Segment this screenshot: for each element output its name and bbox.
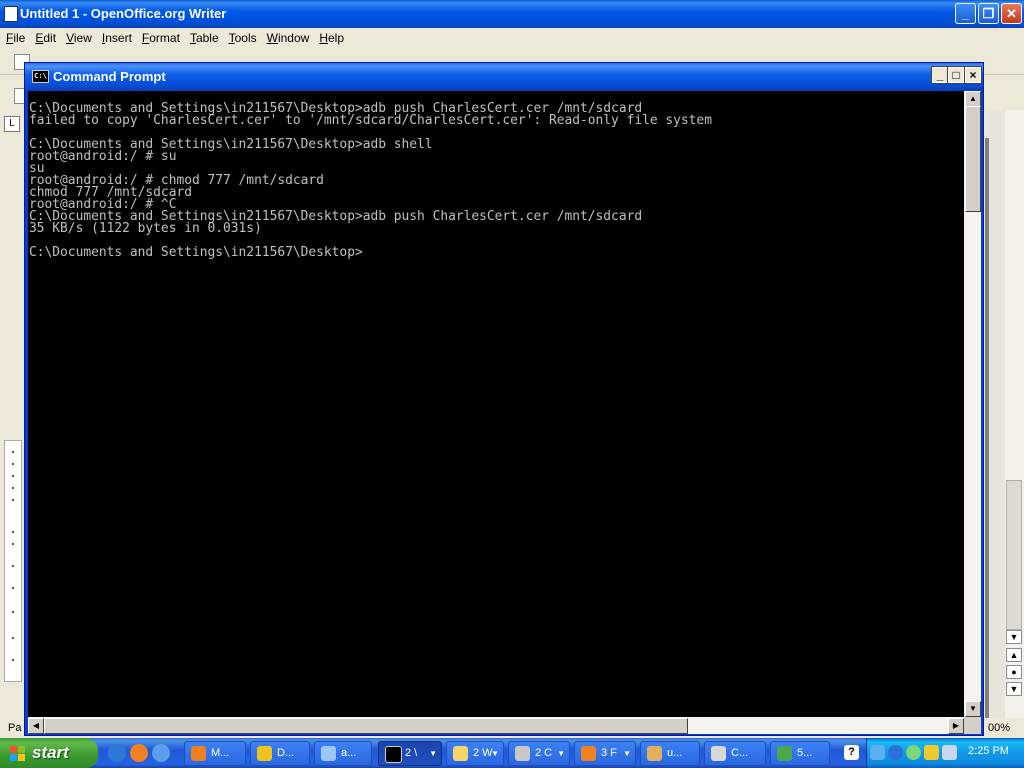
status-zoom[interactable]: 00%	[988, 722, 1010, 734]
monitor-icon[interactable]	[942, 745, 957, 760]
firefox-icon[interactable]	[130, 744, 148, 762]
vertical-ruler	[4, 440, 22, 682]
chevron-down-icon: ▼	[491, 749, 499, 758]
taskbar-button[interactable]: D...	[250, 741, 310, 766]
menu-view[interactable]: View	[66, 28, 92, 48]
task-label: D...	[277, 747, 295, 759]
cmd-window: C:\ Command Prompt _ □ × C:\Documents an…	[24, 62, 984, 736]
taskbar-button[interactable]: 3 F ▼	[574, 741, 636, 766]
task-label: 5...	[797, 747, 813, 759]
task-label: C...	[731, 747, 749, 759]
cmd-app-icon: C:\	[32, 70, 49, 83]
tray-icon[interactable]	[870, 745, 885, 760]
network-icon[interactable]	[906, 745, 921, 760]
back-arrow-icon[interactable]	[888, 745, 903, 760]
writer-close-button[interactable]: ✕	[1001, 3, 1022, 24]
taskbar-button-cmd[interactable]: 2 \ ▼	[378, 741, 442, 766]
menu-window[interactable]: Window	[267, 28, 310, 48]
console-line: 35 KB/s (1122 bytes in 0.031s)	[29, 221, 262, 236]
chevron-down-icon: ▼	[623, 749, 631, 758]
menu-edit[interactable]: Edit	[35, 28, 56, 48]
console-line: root@android:/ # su	[29, 149, 177, 164]
clock[interactable]: 2:25 PM	[968, 745, 1009, 757]
taskbar-button[interactable]: 2 C ▼	[508, 741, 570, 766]
windows-logo-icon	[10, 746, 26, 761]
chevron-down-icon: ▼	[557, 749, 565, 758]
taskbar-button[interactable]: a...	[314, 741, 372, 766]
app-icon	[515, 746, 530, 761]
tool-icon	[647, 746, 662, 761]
start-label: start	[32, 743, 69, 762]
menu-table[interactable]: Table	[190, 28, 219, 48]
cmd-icon	[385, 746, 402, 763]
scroll-right-icon[interactable]: ▶	[948, 718, 964, 734]
ie-icon[interactable]	[108, 744, 126, 762]
writer-title: Untitled 1 - OpenOffice.org Writer	[20, 6, 227, 21]
scroll-down-icon[interactable]: ▼	[1006, 630, 1022, 644]
console-output[interactable]: C:\Documents and Settings\in211567\Deskt…	[28, 91, 964, 717]
globe-icon	[777, 746, 792, 761]
folder-icon	[453, 746, 468, 761]
previous-page-icon[interactable]: ▲	[1006, 648, 1022, 662]
console-line: failed to copy 'CharlesCert.cer' to '/mn…	[29, 113, 712, 128]
writer-minimize-button[interactable]: _	[955, 3, 976, 24]
size-grip[interactable]	[964, 717, 981, 734]
menu-format[interactable]: Format	[142, 28, 180, 48]
taskbar-button[interactable]: 2 W ▼	[446, 741, 504, 766]
quicklaunch-icon[interactable]	[152, 744, 170, 762]
task-label: 2 W	[473, 747, 493, 759]
cmd-vertical-thumb[interactable]	[965, 106, 981, 212]
status-page: Pa	[8, 722, 22, 734]
taskbar-button[interactable]: C...	[704, 741, 766, 766]
next-page-icon[interactable]: ▼	[1006, 682, 1022, 696]
cmd-title: Command Prompt	[53, 69, 166, 84]
cmd-horizontal-thumb[interactable]	[44, 718, 688, 734]
menu-help[interactable]: Help	[319, 28, 344, 48]
chevron-down-icon: ▼	[429, 749, 437, 758]
taskbar-button[interactable]: u...	[640, 741, 700, 766]
writer-menubar: File Edit View Insert Format Table Tools Window…	[0, 28, 1024, 48]
firefox-icon	[191, 746, 206, 761]
tab-stop-selector[interactable]: L	[4, 116, 20, 132]
writer-titlebar[interactable]: Untitled 1 - OpenOffice.org Writer _ ❐ ✕	[0, 0, 1024, 28]
taskbar-button[interactable]: 5...	[770, 741, 830, 766]
page-edge	[985, 138, 989, 718]
writer-scroll-thumb[interactable]	[1006, 480, 1022, 630]
menu-insert[interactable]: Insert	[102, 28, 132, 48]
scroll-down-icon[interactable]: ▼	[965, 701, 981, 717]
help-icon[interactable]: ?	[844, 745, 859, 760]
cmd-close-button[interactable]: ×	[964, 66, 982, 84]
task-label: 2 \	[405, 747, 418, 759]
document-icon	[321, 746, 336, 761]
download-icon	[257, 746, 272, 761]
task-label: M...	[211, 747, 230, 759]
console-text: C:\Documents and Settings\in211567\Deskt…	[28, 91, 964, 259]
firefox-icon	[581, 746, 596, 761]
task-label: a...	[341, 747, 357, 759]
menu-file[interactable]: File	[6, 28, 25, 48]
start-button[interactable]: start	[0, 738, 98, 768]
task-label: 2 C	[535, 747, 553, 759]
charles-icon	[711, 746, 726, 761]
navigator-icon[interactable]: ●	[1006, 665, 1022, 679]
task-label: 3 F	[601, 747, 617, 759]
task-label: u...	[667, 747, 683, 759]
scroll-up-icon[interactable]: ▲	[965, 91, 981, 107]
writer-app-icon	[4, 6, 18, 22]
shield-icon[interactable]	[924, 745, 939, 760]
cmd-minimize-button[interactable]: _	[931, 66, 949, 84]
cmd-titlebar[interactable]: C:\ Command Prompt _ □ ×	[25, 63, 983, 89]
scroll-left-icon[interactable]: ◀	[28, 718, 44, 734]
menu-tools[interactable]: Tools	[229, 28, 257, 48]
taskbar-button[interactable]: M...	[184, 741, 246, 766]
console-line: C:\Documents and Settings\in211567\Deskt…	[29, 245, 363, 260]
cmd-maximize-button[interactable]: □	[947, 66, 965, 84]
writer-restore-button[interactable]: ❐	[978, 3, 999, 24]
